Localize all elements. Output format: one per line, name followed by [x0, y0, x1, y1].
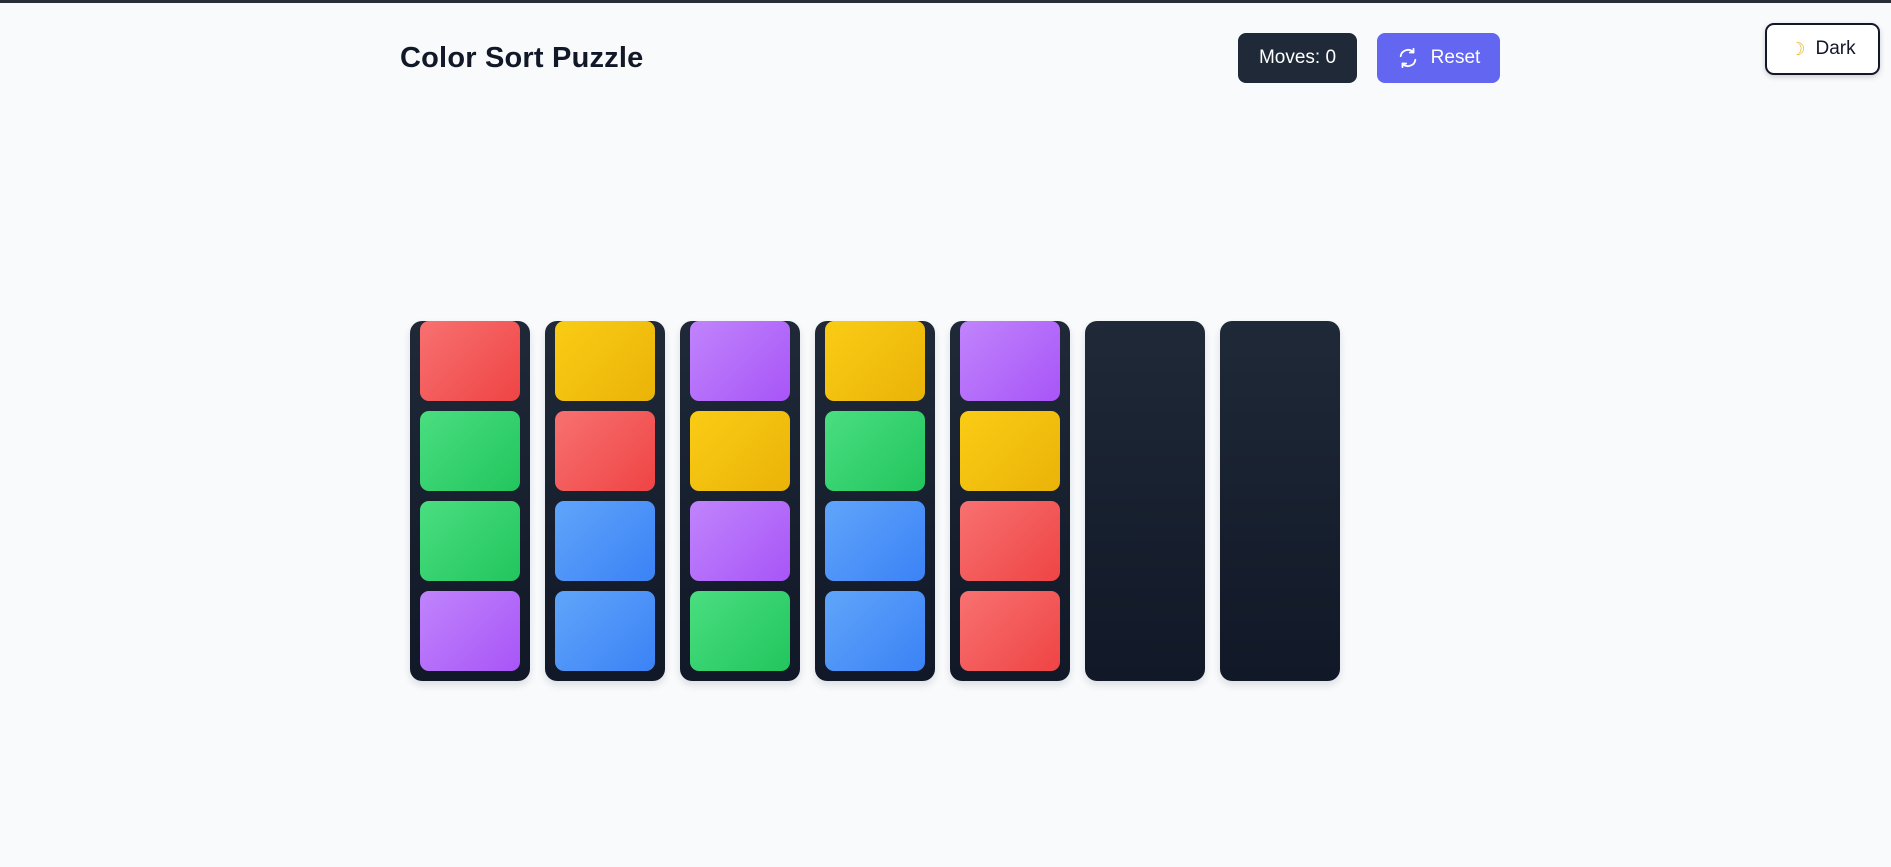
theme-toggle-button[interactable]: ☽ Dark [1765, 23, 1880, 75]
tube-5[interactable] [950, 321, 1070, 681]
ball-purple[interactable] [960, 321, 1060, 401]
tube-7[interactable] [1220, 321, 1340, 681]
ball-green[interactable] [825, 411, 925, 491]
ball-red[interactable] [555, 411, 655, 491]
tube-2[interactable] [545, 321, 665, 681]
page-title: Color Sort Puzzle [400, 42, 644, 74]
ball-blue[interactable] [555, 501, 655, 581]
moves-counter: Moves: 0 [1238, 33, 1357, 83]
ball-purple[interactable] [690, 321, 790, 401]
ball-blue[interactable] [555, 591, 655, 671]
reset-button-label: Reset [1430, 47, 1481, 68]
ball-blue[interactable] [825, 501, 925, 581]
ball-yellow[interactable] [555, 321, 655, 401]
ball-red[interactable] [960, 501, 1060, 581]
ball-yellow[interactable] [825, 321, 925, 401]
theme-toggle-label: Dark [1815, 38, 1856, 59]
ball-yellow[interactable] [960, 411, 1060, 491]
ball-red[interactable] [420, 321, 520, 401]
ball-red[interactable] [960, 591, 1060, 671]
ball-blue[interactable] [825, 591, 925, 671]
tube-4[interactable] [815, 321, 935, 681]
reset-button[interactable]: Reset [1377, 33, 1500, 83]
tube-6[interactable] [1085, 321, 1205, 681]
ball-yellow[interactable] [690, 411, 790, 491]
ball-purple[interactable] [420, 591, 520, 671]
ball-green[interactable] [690, 591, 790, 671]
ball-green[interactable] [420, 501, 520, 581]
ball-purple[interactable] [690, 501, 790, 581]
puzzle-board [410, 321, 1340, 681]
tube-3[interactable] [680, 321, 800, 681]
tube-1[interactable] [410, 321, 530, 681]
moon-icon: ☽ [1789, 38, 1806, 59]
refresh-icon [1397, 47, 1419, 69]
ball-green[interactable] [420, 411, 520, 491]
